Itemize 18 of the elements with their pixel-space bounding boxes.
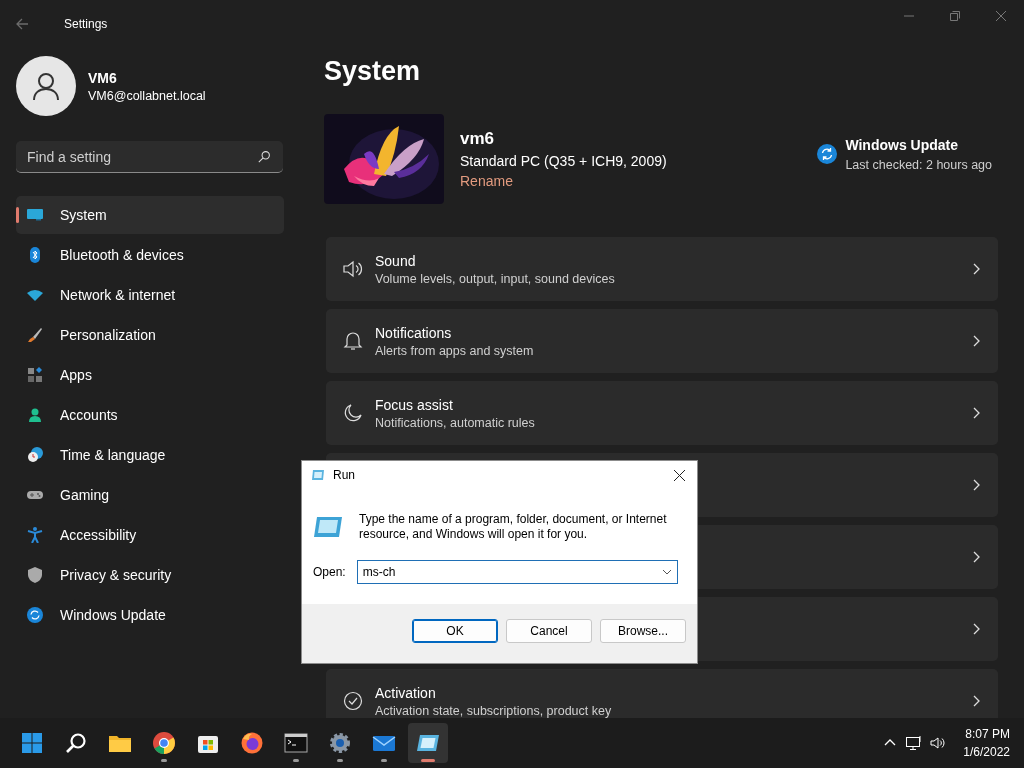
card-subtitle: Notifications, automatic rules (375, 415, 535, 430)
card-title: Focus assist (375, 396, 454, 413)
card-title: Activation (375, 684, 437, 701)
dialog-title: Run (333, 468, 355, 482)
card-subtitle: Alerts from apps and system (375, 343, 534, 358)
open-label: Open: (313, 565, 346, 579)
update-status: Last checked: 2 hours ago (845, 157, 992, 172)
card-title: Sound (375, 252, 417, 269)
page-title: System (324, 56, 422, 87)
user-name: VM6 (88, 69, 118, 86)
device-name: vm6 (460, 129, 496, 149)
card-subtitle: Volume levels, output, input, sound devices (375, 271, 615, 286)
user-email: VM6@collabnet.local (88, 88, 206, 103)
device-model: Standard PC (Q35 + ICH9, 2009) (460, 153, 667, 169)
dialog-description: Type the name of a program, folder, document, or Internet resource, and Windows will open it for you. (359, 512, 668, 542)
card-title: Notifications (375, 324, 453, 341)
card-subtitle: Activation state, subscriptions, product key (375, 703, 612, 718)
window-title: Settings (64, 17, 108, 31)
